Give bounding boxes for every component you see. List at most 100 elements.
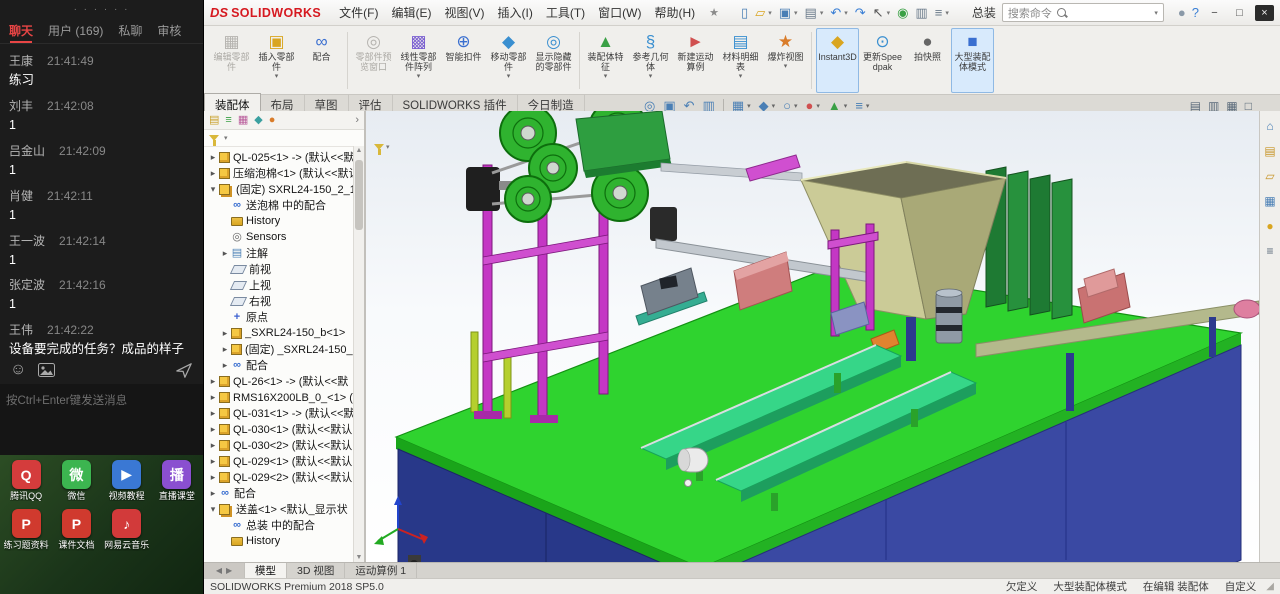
propertymanager-tab-icon[interactable]: ≡ bbox=[225, 114, 231, 126]
filter-icon[interactable] bbox=[209, 135, 219, 146]
ribbon-button[interactable]: ▣ 插入零部件 ▾ bbox=[255, 28, 298, 93]
open-icon[interactable]: ▱ bbox=[755, 6, 765, 19]
expand-arrow-icon[interactable]: ▸ bbox=[208, 472, 218, 483]
chevron-down-icon[interactable]: ▾ bbox=[1154, 9, 1158, 17]
chat-drag-handle[interactable]: · · · · · · bbox=[0, 0, 203, 18]
tree-item[interactable]: ▸ QL-031<1> -> (默认<<默 bbox=[206, 405, 354, 421]
study-tab-3D 视图[interactable]: 3D 视图 bbox=[287, 563, 346, 578]
tree-item[interactable]: ▸ ▤ 注解 bbox=[206, 245, 354, 261]
file-explorer-icon[interactable]: ▱ bbox=[1265, 169, 1274, 183]
appearances-icon[interactable]: ● bbox=[1266, 219, 1273, 233]
chevron-down-icon[interactable]: ▾ bbox=[844, 102, 848, 110]
expand-arrow-icon[interactable]: ▸ bbox=[220, 328, 230, 339]
desktop-icon[interactable]: 微微信 bbox=[52, 460, 100, 501]
chevron-down-icon[interactable]: ▾ bbox=[794, 9, 798, 17]
restore-icon[interactable]: □ bbox=[1230, 5, 1249, 21]
file-properties-icon[interactable]: ▥ bbox=[915, 6, 927, 19]
expand-arrow-icon[interactable]: ▸ bbox=[220, 344, 230, 355]
help-icon[interactable]: ? bbox=[1192, 6, 1199, 19]
chevron-down-icon[interactable]: ▾ bbox=[747, 102, 751, 110]
tree-item[interactable]: ▸ RMS16X200LB_0_<1> (默 bbox=[206, 389, 354, 405]
expand-arrow-icon[interactable]: ▸ bbox=[208, 376, 218, 387]
expand-arrow-icon[interactable]: ▸ bbox=[208, 456, 218, 467]
tree-scrollbar[interactable]: ▲ ▼ bbox=[353, 146, 364, 563]
image-icon[interactable] bbox=[38, 363, 56, 377]
ribbon-button[interactable]: ◆ Instant3D bbox=[816, 28, 859, 93]
pin-menu-icon[interactable]: ★ bbox=[709, 6, 719, 19]
scrollbar-thumb[interactable] bbox=[355, 160, 363, 230]
tree-item[interactable]: ▸ QL-030<1> (默认<<默认 bbox=[206, 421, 354, 437]
tree-item[interactable]: ▸ ∞ 配合 bbox=[206, 485, 354, 501]
ribbon-button[interactable]: ▩ 线性零部件阵列 ▾ bbox=[397, 28, 440, 93]
expand-arrow-icon[interactable]: ▸ bbox=[208, 488, 218, 499]
desktop-icon[interactable]: P 练习题资料 bbox=[2, 509, 50, 550]
menu-item[interactable]: 视图(V) bbox=[439, 2, 491, 23]
ribbon-button[interactable]: ★ 爆炸视图 ▾ bbox=[764, 28, 807, 93]
ribbon-button[interactable]: ◆ 移动零部件 ▾ bbox=[487, 28, 530, 93]
configurationmanager-tab-icon[interactable]: ▦ bbox=[238, 114, 248, 126]
expand-arrow-icon[interactable]: ▸ bbox=[208, 152, 218, 163]
minimize-icon[interactable]: − bbox=[1205, 5, 1224, 21]
select-icon[interactable]: ↖ bbox=[873, 6, 884, 19]
tree-item[interactable]: ▸ QL-029<1> (默认<<默认 bbox=[206, 453, 354, 469]
tree-item[interactable]: ◎ Sensors bbox=[206, 229, 354, 245]
chevron-down-icon[interactable]: ▾ bbox=[945, 9, 949, 17]
desktop-icon[interactable]: Q 腾讯QQ bbox=[2, 460, 50, 501]
send-plane-icon[interactable] bbox=[175, 362, 193, 379]
desktop-icon[interactable]: ▶ 视频教程 bbox=[103, 460, 151, 501]
study-tab-运动算例 1[interactable]: 运动算例 1 bbox=[345, 563, 418, 578]
menu-item[interactable]: 编辑(E) bbox=[386, 2, 438, 23]
ribbon-button[interactable]: ► 新建运动算例 bbox=[674, 28, 717, 93]
ribbon-button[interactable]: ⊕ 智能扣件 bbox=[442, 28, 485, 93]
options-icon[interactable]: ≡ bbox=[935, 6, 943, 19]
menu-item[interactable]: 窗口(W) bbox=[592, 2, 647, 23]
view-palette-icon[interactable]: ▦ bbox=[1264, 194, 1275, 208]
study-tab-模型[interactable]: 模型 bbox=[245, 563, 287, 578]
tree-item[interactable]: ▸ (固定) _SXRL24-150_ bbox=[206, 341, 354, 357]
tree-item[interactable]: ∞ 总装 中的配合 bbox=[206, 517, 354, 533]
user-icon[interactable]: ● bbox=[1178, 6, 1186, 19]
tree-item[interactable]: 右视 bbox=[206, 293, 354, 309]
chevron-down-icon[interactable]: ▾ bbox=[844, 9, 848, 17]
tree-item[interactable]: History bbox=[206, 213, 354, 229]
scroll-up-icon[interactable]: ▲ bbox=[356, 146, 363, 156]
expand-arrow-icon[interactable]: ▸ bbox=[220, 248, 230, 259]
desktop-icon[interactable]: 播直播课堂 bbox=[153, 460, 201, 501]
viewport-3d[interactable]: ▾ bbox=[366, 111, 1259, 563]
ribbon-button[interactable]: ▲ 装配体特征 ▾ bbox=[584, 28, 627, 93]
design-library-icon[interactable]: ▤ bbox=[1264, 144, 1275, 158]
scroll-left-icon[interactable]: ◀ bbox=[216, 566, 222, 575]
flyout-arrow-icon[interactable]: › bbox=[355, 114, 359, 126]
tree-item[interactable]: ▸ QL-025<1> -> (默认<<默 bbox=[206, 149, 354, 165]
expand-arrow-icon[interactable]: ▸ bbox=[208, 392, 218, 403]
expand-arrow-icon[interactable]: ▸ bbox=[208, 168, 218, 179]
ribbon-button[interactable]: ◎ 显示隐藏的零部件 bbox=[532, 28, 575, 93]
ribbon-button[interactable]: ● 拍快照 bbox=[906, 28, 949, 93]
redo-icon[interactable]: ↷ bbox=[855, 6, 866, 19]
tree-item[interactable]: History bbox=[206, 533, 354, 549]
tree-item[interactable]: ▸ QL-030<2> (默认<<默认 bbox=[206, 437, 354, 453]
ribbon-button[interactable]: ⊙ 更新Speedpak bbox=[861, 28, 904, 93]
ribbon-button[interactable]: ▤ 材料明细表 ▾ bbox=[719, 28, 762, 93]
tree-item[interactable]: ∞ 送泡棉 中的配合 bbox=[206, 197, 354, 213]
resources-icon[interactable]: ⌂ bbox=[1266, 119, 1273, 133]
command-search-input[interactable]: 搜索命令 ▾ bbox=[1001, 3, 1164, 22]
close-icon[interactable]: × bbox=[1255, 4, 1274, 21]
menu-item[interactable]: 帮助(H) bbox=[648, 2, 701, 23]
save-icon[interactable]: ▣ bbox=[779, 6, 791, 19]
tree-item[interactable]: ▸ _SXRL24-150_b<1> bbox=[206, 325, 354, 341]
resize-grip[interactable]: ◢ bbox=[1266, 581, 1274, 592]
ribbon-button[interactable]: ■ 大型装配体模式 bbox=[951, 28, 994, 93]
rebuild-icon[interactable]: ◉ bbox=[897, 6, 908, 19]
print-icon[interactable]: ▤ bbox=[805, 6, 817, 19]
expand-arrow-icon[interactable]: ▸ bbox=[208, 408, 218, 419]
chat-tab[interactable]: 私聊 bbox=[118, 22, 142, 39]
scroll-right-icon[interactable]: ▶ bbox=[226, 566, 232, 575]
dimxpertmanager-tab-icon[interactable]: ◆ bbox=[254, 114, 262, 126]
ribbon-button[interactable]: ▦ 编辑零部件 bbox=[210, 28, 253, 93]
chevron-down-icon[interactable]: ▾ bbox=[887, 9, 891, 17]
featuremanager-tab-icon[interactable]: ▤ bbox=[209, 114, 219, 126]
tree-item[interactable]: ▸ QL-26<1> -> (默认<<默 bbox=[206, 373, 354, 389]
tree-item[interactable]: 前视 bbox=[206, 261, 354, 277]
tree-item[interactable]: ▾ (固定) SXRL24-150_2_14 bbox=[206, 181, 354, 197]
